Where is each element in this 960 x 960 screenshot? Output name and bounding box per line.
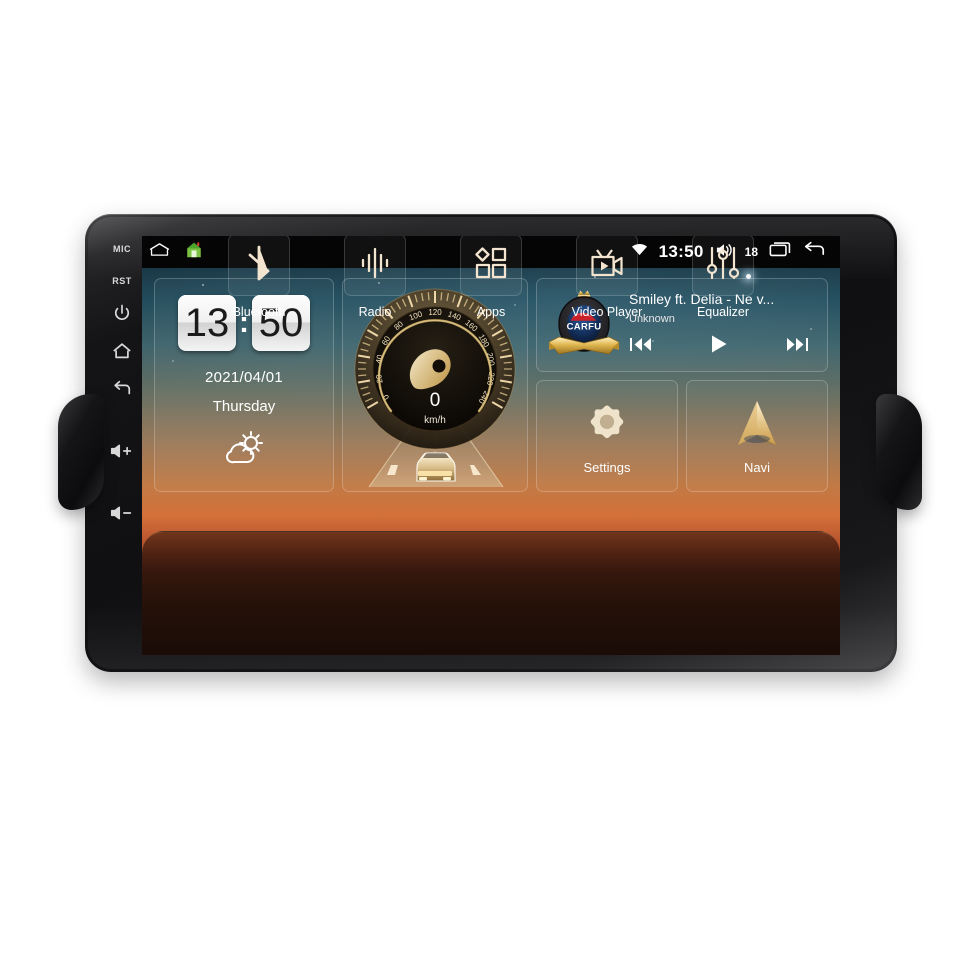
- mounting-ear-right: [876, 394, 922, 510]
- settings-tile-label: Settings: [583, 459, 631, 475]
- apps-grid-icon: [474, 246, 508, 285]
- clock-weekday: Thursday: [212, 398, 276, 415]
- app-dock: [142, 531, 840, 655]
- dock-label-radio: Radio: [358, 305, 392, 319]
- svg-text:CARFU: CARFU: [567, 322, 602, 333]
- partly-cloudy-icon: [155, 429, 333, 469]
- play-icon[interactable]: [709, 334, 729, 359]
- home-screen-wallpaper: 13 : 50 2021/04/01 Thursday 0 20 40 60 8…: [142, 236, 840, 655]
- dock-label-video-player: Video Player: [571, 305, 643, 319]
- gear-icon: [584, 398, 630, 450]
- dock-item-bluetooth[interactable]: Bluetooth: [223, 236, 295, 319]
- power-icon[interactable]: [112, 302, 132, 324]
- navi-tile[interactable]: Navi: [686, 380, 828, 492]
- dock-item-equalizer[interactable]: Equalizer: [687, 236, 759, 319]
- skip-next-icon[interactable]: [785, 336, 809, 358]
- back-arrow-icon[interactable]: [111, 378, 133, 400]
- bluetooth-icon: [244, 245, 274, 286]
- dock-label-apps: Apps: [476, 305, 506, 319]
- radio-waves-icon: [358, 246, 392, 285]
- skip-previous-icon[interactable]: [629, 336, 653, 358]
- speed-value: 0: [429, 390, 441, 411]
- screenshot-stage: MIC RST 13:50 18 13: 50 2021/04/01 Thur…: [0, 0, 960, 960]
- touchscreen-display: 13:50 18 13: 50 2021/04/01 Thursday 0 2…: [142, 236, 840, 655]
- navigation-arrow-icon: [731, 398, 783, 450]
- dock-label-bluetooth: Bluetooth: [232, 305, 286, 319]
- app-dock-row: Bluetooth Radio Apps Video Player Equali…: [142, 236, 840, 319]
- settings-tile[interactable]: Settings: [536, 380, 678, 492]
- home-icon[interactable]: [111, 340, 133, 362]
- volume-down-icon[interactable]: [109, 502, 135, 524]
- equalizer-sliders-icon: [706, 246, 740, 285]
- reset-button[interactable]: RST: [112, 276, 132, 286]
- volume-up-icon[interactable]: [109, 440, 135, 462]
- clock-date: 2021/04/01: [204, 369, 284, 386]
- playback-controls: [629, 334, 817, 359]
- navi-tile-label: Navi: [743, 459, 770, 475]
- dock-label-equalizer: Equalizer: [696, 305, 750, 319]
- video-camera-icon: [589, 247, 625, 284]
- hardware-button-strip: MIC RST: [98, 228, 146, 658]
- dock-item-apps[interactable]: Apps: [455, 236, 527, 319]
- speed-unit: km/h: [424, 415, 446, 426]
- dock-item-radio[interactable]: Radio: [339, 236, 411, 319]
- mic-label: MIC: [113, 244, 131, 254]
- dock-item-video-player[interactable]: Video Player: [571, 236, 643, 319]
